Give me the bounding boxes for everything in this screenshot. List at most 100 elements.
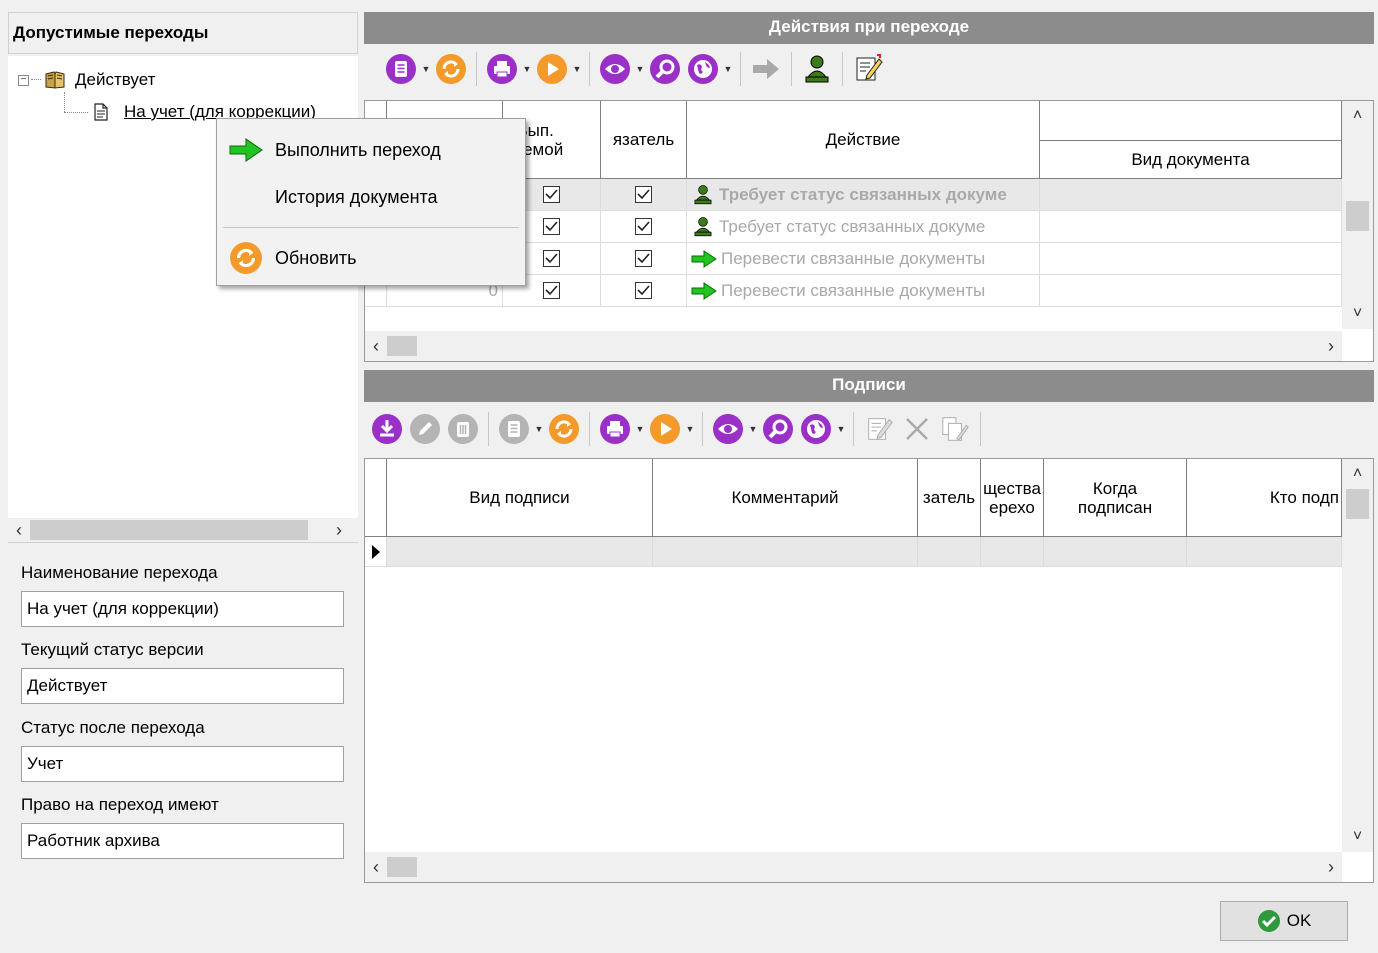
checkbox-checked[interactable] (543, 218, 560, 235)
scroll-left-icon[interactable]: ‹ (365, 857, 387, 878)
download-icon[interactable] (368, 410, 406, 448)
dropdown-arrow-icon[interactable]: ▼ (684, 410, 696, 448)
print-icon[interactable] (483, 50, 521, 88)
checkbox-checked[interactable] (635, 282, 652, 299)
book-icon (45, 71, 65, 89)
action-text: Перевести связанные документы (721, 248, 986, 268)
column-header-sign-type[interactable]: Вид подписи (387, 459, 653, 537)
menu-item-label: Обновить (275, 247, 357, 268)
menu-item-refresh[interactable]: Обновить (217, 237, 525, 279)
search-icon[interactable] (759, 410, 797, 448)
dropdown-arrow-icon[interactable]: ▼ (533, 410, 545, 448)
arrow-right-icon[interactable] (747, 50, 785, 88)
scroll-left-icon[interactable]: ‹ (8, 520, 30, 541)
menu-item-label: Выполнить переход (275, 139, 441, 160)
column-header-doc-type[interactable]: Вид документа (1040, 141, 1342, 179)
actions-toolbar: ▼ ▼ ▼ ▼ ▼ (382, 50, 887, 88)
scroll-down-icon[interactable]: ˅ (1342, 305, 1373, 323)
refresh-icon[interactable] (545, 410, 583, 448)
scroll-thumb[interactable] (1346, 489, 1369, 519)
column-header-action[interactable]: Действие (687, 101, 1040, 179)
name-label: Наименование перехода (21, 563, 218, 582)
checkbox-checked[interactable] (543, 282, 560, 299)
rights-label: Право на переход имеют (21, 795, 219, 814)
edit-icon[interactable] (406, 410, 444, 448)
action-text: Требует статус связанных докуме (719, 216, 986, 236)
signatures-toolbar: ▼ ▼ ▼ ▼ ▼ (368, 410, 987, 448)
scroll-up-icon[interactable]: ˄ (1342, 465, 1373, 483)
scroll-right-icon[interactable]: › (328, 520, 350, 541)
signatures-grid[interactable]: Вид подписи Комментарий затель щества ер… (364, 458, 1374, 883)
green-arrow-icon (691, 249, 717, 268)
checkbox-checked[interactable] (543, 250, 560, 267)
context-menu: Выполнить переход История документа Обно… (216, 118, 526, 286)
eye-icon[interactable] (709, 410, 747, 448)
globe-icon[interactable] (684, 50, 722, 88)
column-header-col4[interactable]: щества ерехо (981, 459, 1044, 537)
print-icon[interactable] (596, 410, 634, 448)
play-icon[interactable] (533, 50, 571, 88)
list-icon[interactable] (495, 410, 533, 448)
checkbox-checked[interactable] (635, 250, 652, 267)
action-text: Требует статус связанных докуме (719, 184, 1007, 204)
user-stamp-icon (691, 184, 715, 206)
menu-item-execute-transition[interactable]: Выполнить переход (217, 129, 525, 171)
scroll-right-icon[interactable]: › (1320, 336, 1342, 357)
name-field[interactable]: На учет (для коррекции) (21, 591, 344, 627)
play-icon[interactable] (646, 410, 684, 448)
scroll-down-icon[interactable]: ˅ (1342, 828, 1373, 846)
edit-document-icon[interactable] (849, 50, 887, 88)
column-header-mandatory[interactable]: язатель (601, 101, 687, 179)
checkbox-checked[interactable] (635, 186, 652, 203)
scroll-right-icon[interactable]: › (1320, 857, 1342, 878)
table-row[interactable] (365, 537, 1342, 567)
column-header-when-signed[interactable]: Когда подписан (1044, 459, 1187, 537)
column-header-comment[interactable]: Комментарий (653, 459, 918, 537)
green-arrow-icon (691, 281, 717, 300)
scroll-up-icon[interactable]: ˄ (1342, 107, 1373, 125)
user-stamp-icon[interactable] (798, 50, 836, 88)
tree-node-root[interactable]: − Действует (18, 70, 155, 90)
dropdown-arrow-icon[interactable]: ▼ (571, 50, 583, 88)
ok-button[interactable]: OK (1220, 901, 1348, 941)
delete-icon[interactable] (444, 410, 482, 448)
actions-vscrollbar[interactable]: ˄ ˅ (1342, 101, 1373, 329)
checkbox-checked[interactable] (543, 186, 560, 203)
list-icon[interactable] (382, 50, 420, 88)
dropdown-arrow-icon[interactable]: ▼ (835, 410, 847, 448)
scroll-thumb[interactable] (1346, 201, 1369, 231)
checkbox-checked[interactable] (635, 218, 652, 235)
column-header-group (1040, 101, 1342, 141)
dropdown-arrow-icon[interactable]: ▼ (521, 50, 533, 88)
eye-icon[interactable] (596, 50, 634, 88)
tree-hscrollbar[interactable]: ‹ › (8, 518, 358, 542)
column-header-col3[interactable]: затель (918, 459, 981, 537)
scroll-thumb[interactable] (30, 520, 308, 540)
edit-document-icon[interactable] (860, 410, 898, 448)
scroll-left-icon[interactable]: ‹ (365, 336, 387, 357)
actions-hscrollbar[interactable]: ‹ › (365, 331, 1342, 361)
menu-item-document-history[interactable]: История документа (217, 176, 525, 218)
scroll-thumb[interactable] (387, 857, 417, 877)
dropdown-arrow-icon[interactable]: ▼ (634, 50, 646, 88)
refresh-icon[interactable] (432, 50, 470, 88)
dropdown-arrow-icon[interactable]: ▼ (634, 410, 646, 448)
dropdown-arrow-icon[interactable]: ▼ (420, 50, 432, 88)
copy-document-icon[interactable] (936, 410, 974, 448)
row-pointer-icon (365, 537, 387, 567)
signatures-vscrollbar[interactable]: ˄ ˅ (1342, 459, 1373, 852)
dropdown-arrow-icon[interactable]: ▼ (722, 50, 734, 88)
document-icon (94, 103, 108, 121)
globe-icon[interactable] (797, 410, 835, 448)
signatures-hscrollbar[interactable]: ‹ › (365, 852, 1342, 882)
current-status-field[interactable]: Действует (21, 668, 344, 704)
collapse-icon[interactable]: − (18, 74, 29, 86)
scroll-thumb[interactable] (387, 336, 417, 356)
rights-field[interactable]: Работник архива (21, 823, 344, 859)
close-icon[interactable] (898, 410, 936, 448)
refresh-icon (217, 241, 275, 275)
dropdown-arrow-icon[interactable]: ▼ (747, 410, 759, 448)
after-status-field[interactable]: Учет (21, 746, 344, 782)
search-icon[interactable] (646, 50, 684, 88)
column-header-who-signed[interactable]: Кто подп (1187, 459, 1342, 537)
